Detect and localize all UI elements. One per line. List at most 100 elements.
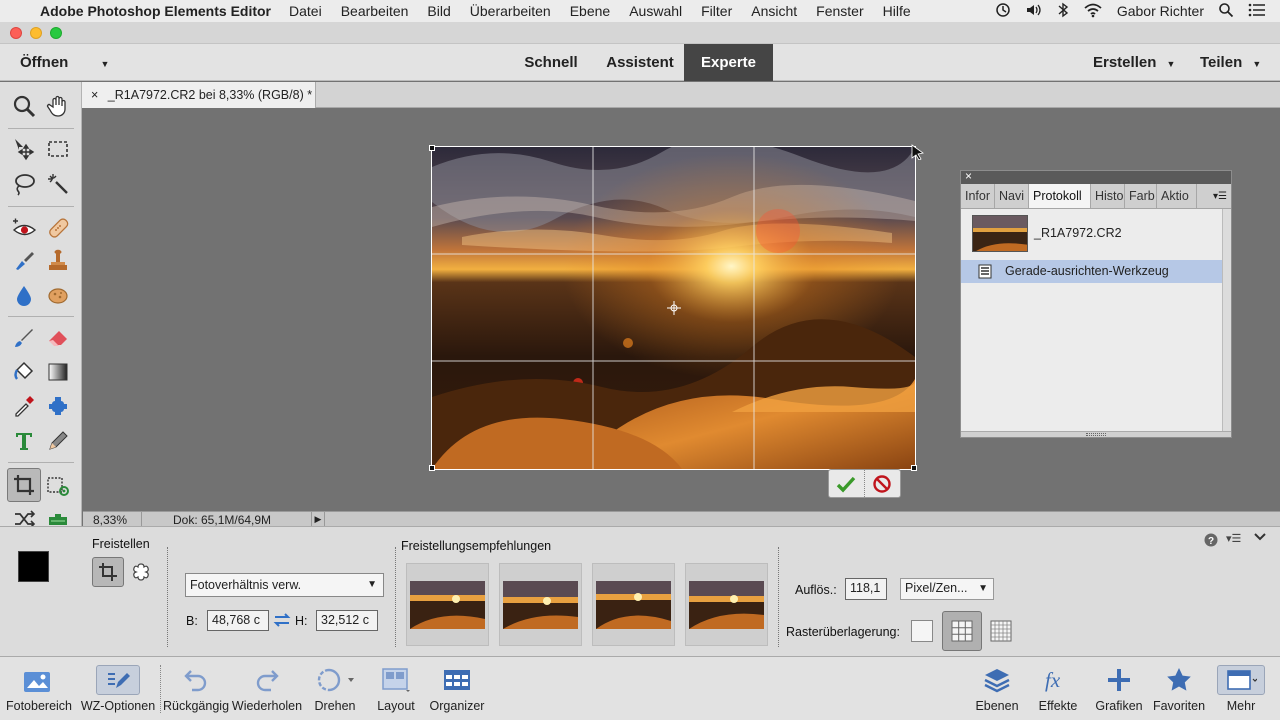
notification-center-icon[interactable] bbox=[1248, 3, 1266, 20]
history-snapshot[interactable]: _R1A7972.CR2 bbox=[961, 209, 1222, 259]
zoom-window-button[interactable] bbox=[50, 27, 62, 39]
resolution-unit-select[interactable]: Pixel/Zen... ▼ bbox=[900, 578, 994, 600]
open-button[interactable]: Öffnen ▼ bbox=[20, 54, 109, 71]
favorites-button[interactable]: Favoriten bbox=[1150, 657, 1208, 720]
type-tool-icon[interactable] bbox=[8, 425, 40, 457]
menu-ansicht[interactable]: Ansicht bbox=[751, 3, 797, 19]
sponge-tool-icon[interactable] bbox=[42, 279, 74, 311]
eraser-tool-icon[interactable] bbox=[42, 322, 74, 354]
gradient-tool-icon[interactable] bbox=[42, 356, 74, 388]
aspect-ratio-select[interactable]: Fotoverhältnis verw. ▼ bbox=[185, 573, 384, 597]
undo-button[interactable]: Rückgängig bbox=[163, 657, 229, 720]
smart-brush-tool-icon[interactable] bbox=[8, 245, 40, 277]
minimize-window-button[interactable] bbox=[30, 27, 42, 39]
history-step-selected[interactable]: Gerade-ausrichten-Werkzeug bbox=[961, 260, 1222, 283]
close-document-icon[interactable]: × bbox=[91, 88, 98, 102]
panel-resize-handle[interactable] bbox=[961, 431, 1231, 437]
menu-bearbeiten[interactable]: Bearbeiten bbox=[341, 3, 409, 19]
move-tool-icon[interactable] bbox=[8, 133, 40, 165]
panel-menu-icon[interactable]: ▾☰ bbox=[1197, 184, 1231, 208]
lasso-tool-icon[interactable] bbox=[8, 168, 40, 200]
tool-options-button[interactable]: WZ-Optionen bbox=[78, 657, 158, 720]
commit-crop-button[interactable] bbox=[829, 470, 865, 497]
effects-button[interactable]: fx Effekte bbox=[1032, 657, 1084, 720]
custom-shape-tool-icon[interactable] bbox=[42, 390, 74, 422]
crop-suggestion-1[interactable] bbox=[406, 563, 489, 646]
zoom-level[interactable]: 8,33% bbox=[93, 513, 127, 527]
width-input[interactable]: 48,768 c bbox=[207, 610, 269, 631]
tab-info[interactable]: Infor bbox=[961, 184, 995, 208]
crop-suggestion-4[interactable] bbox=[685, 563, 768, 646]
foreground-color-swatch[interactable] bbox=[18, 551, 49, 582]
status-menu-arrow-icon[interactable]: ▶ bbox=[311, 512, 325, 527]
blur-tool-icon[interactable] bbox=[8, 279, 40, 311]
menu-hilfe[interactable]: Hilfe bbox=[883, 3, 911, 19]
app-name-menu[interactable]: Adobe Photoshop Elements Editor bbox=[40, 3, 271, 19]
red-eye-tool-icon[interactable] bbox=[8, 212, 40, 244]
organizer-button[interactable]: Organizer bbox=[426, 657, 488, 720]
wifi-icon[interactable] bbox=[1083, 2, 1103, 21]
swap-dimensions-icon[interactable] bbox=[273, 611, 291, 632]
more-button[interactable]: Mehr bbox=[1212, 657, 1270, 720]
tab-farbfelder[interactable]: Farb bbox=[1125, 184, 1157, 208]
panel-header[interactable]: × bbox=[961, 169, 1231, 184]
crop-suggestion-3[interactable] bbox=[592, 563, 675, 646]
menu-filter[interactable]: Filter bbox=[701, 3, 732, 19]
grid-overlay-thirds-button[interactable] bbox=[942, 611, 982, 651]
brush-tool-icon[interactable] bbox=[8, 322, 40, 354]
menu-auswahl[interactable]: Auswahl bbox=[629, 3, 682, 19]
tab-navigator[interactable]: Navi bbox=[995, 184, 1029, 208]
close-panel-icon[interactable]: × bbox=[965, 169, 972, 183]
crop-mode-button[interactable] bbox=[92, 557, 124, 587]
menu-ueberarbeiten[interactable]: Überarbeiten bbox=[470, 3, 551, 19]
cookie-cutter-button[interactable] bbox=[128, 559, 154, 585]
volume-icon[interactable] bbox=[1025, 2, 1043, 21]
crop-handle-top-left[interactable] bbox=[429, 145, 435, 151]
tab-protokoll[interactable]: Protokoll bbox=[1029, 184, 1091, 208]
menu-datei[interactable]: Datei bbox=[289, 3, 322, 19]
layout-button[interactable]: Layout bbox=[370, 657, 422, 720]
rectangular-marquee-tool-icon[interactable] bbox=[42, 133, 74, 165]
crop-handle-bottom-left[interactable] bbox=[429, 465, 435, 471]
user-name[interactable]: Gabor Richter bbox=[1117, 3, 1204, 19]
mode-tab-schnell[interactable]: Schnell bbox=[512, 44, 590, 81]
cancel-crop-button[interactable] bbox=[865, 470, 901, 497]
eyedropper-tool-icon[interactable] bbox=[8, 390, 40, 422]
zoom-tool-icon[interactable] bbox=[8, 90, 40, 122]
magic-wand-tool-icon[interactable] bbox=[42, 168, 74, 200]
tab-aktionen[interactable]: Aktio bbox=[1157, 184, 1197, 208]
pencil-tool-icon[interactable] bbox=[42, 425, 74, 457]
grid-overlay-grid-button[interactable] bbox=[990, 620, 1012, 642]
grid-overlay-none-button[interactable] bbox=[911, 620, 933, 642]
tab-histogram[interactable]: Histo bbox=[1091, 184, 1125, 208]
crop-tool-icon[interactable] bbox=[7, 468, 41, 502]
options-menu-icon[interactable]: ▾☰ bbox=[1226, 532, 1241, 545]
share-menu-button[interactable]: Teilen ▼ bbox=[1200, 54, 1261, 71]
spotlight-search-icon[interactable] bbox=[1218, 2, 1234, 21]
menu-bild[interactable]: Bild bbox=[427, 3, 450, 19]
height-input[interactable]: 32,512 c bbox=[316, 610, 378, 631]
hand-tool-icon[interactable] bbox=[42, 90, 74, 122]
time-machine-icon[interactable] bbox=[995, 2, 1011, 21]
create-menu-button[interactable]: Erstellen ▼ bbox=[1093, 54, 1175, 71]
clone-stamp-tool-icon[interactable] bbox=[42, 245, 74, 277]
graphics-button[interactable]: Grafiken bbox=[1090, 657, 1148, 720]
spot-healing-brush-icon[interactable] bbox=[42, 212, 74, 244]
rotate-button[interactable]: Drehen bbox=[308, 657, 362, 720]
recompose-tool-icon[interactable] bbox=[42, 470, 74, 502]
menu-fenster[interactable]: Fenster bbox=[816, 3, 863, 19]
bluetooth-icon[interactable] bbox=[1057, 2, 1069, 21]
menu-ebene[interactable]: Ebene bbox=[570, 3, 610, 19]
panel-scrollbar[interactable] bbox=[1222, 209, 1231, 431]
document-tab[interactable]: × _R1A7972.CR2 bei 8,33% (RGB/8) * bbox=[82, 82, 316, 108]
crop-handle-bottom-right[interactable] bbox=[911, 465, 917, 471]
document-image[interactable] bbox=[432, 147, 915, 469]
resolution-input[interactable]: 118,1 bbox=[845, 578, 887, 600]
close-window-button[interactable] bbox=[10, 27, 22, 39]
photo-bin-button[interactable]: Fotobereich bbox=[2, 657, 76, 720]
mode-tab-assistent[interactable]: Assistent bbox=[596, 44, 684, 81]
crop-suggestion-2[interactable] bbox=[499, 563, 582, 646]
open-dropdown-icon[interactable]: ▼ bbox=[101, 59, 110, 69]
paint-bucket-tool-icon[interactable] bbox=[8, 356, 40, 388]
redo-button[interactable]: Wiederholen bbox=[230, 657, 304, 720]
